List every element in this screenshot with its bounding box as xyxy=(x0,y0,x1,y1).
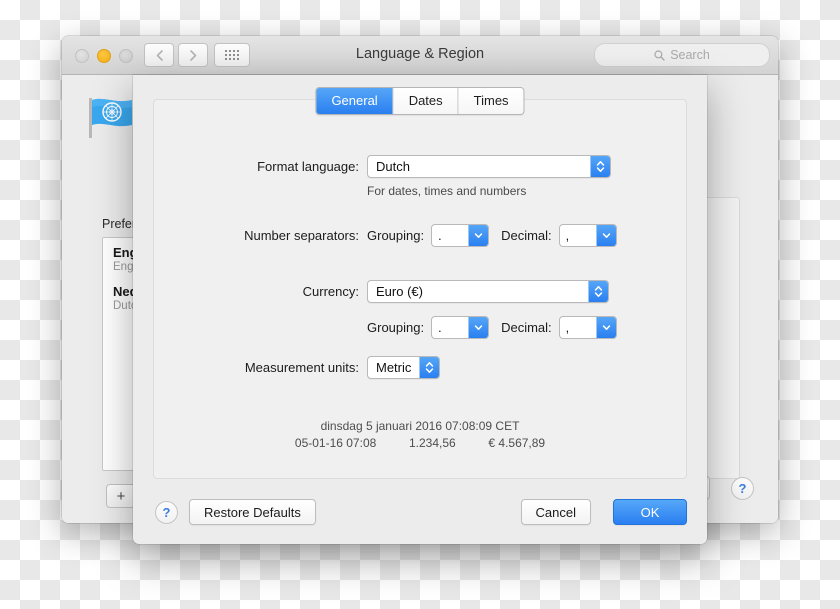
number-decimal-combo[interactable]: , xyxy=(559,224,617,247)
currency-row: Currency: Euro (€) xyxy=(154,280,686,303)
cancel-button[interactable]: Cancel xyxy=(521,499,591,525)
chevron-down-icon xyxy=(596,225,616,246)
grouping-label: Grouping: xyxy=(367,228,424,243)
chevron-updown-icon xyxy=(419,357,439,378)
currency-decimal-combo[interactable]: , xyxy=(559,316,617,339)
format-preview: dinsdag 5 januari 2016 07:08:09 CET 05-0… xyxy=(154,418,686,452)
preview-short-date: 05-01-16 07:08 xyxy=(295,435,376,452)
number-separators-label: Number separators: xyxy=(154,228,359,243)
currency-label: Currency: xyxy=(154,284,359,299)
measurement-units-label: Measurement units: xyxy=(154,360,359,375)
add-language-button[interactable]: + xyxy=(106,484,136,508)
currency-grouping-label: Grouping: xyxy=(367,320,424,335)
window-titlebar: Language & Region Search xyxy=(62,36,778,75)
search-placeholder: Search xyxy=(670,48,710,62)
chevron-updown-icon xyxy=(588,281,608,302)
restore-defaults-button[interactable]: Restore Defaults xyxy=(189,499,316,525)
preview-number: 1.234,56 xyxy=(409,435,456,452)
chevron-down-icon xyxy=(468,225,488,246)
search-input[interactable]: Search xyxy=(594,43,770,67)
currency-separators-row: Grouping: . Decimal: , xyxy=(154,316,686,339)
format-language-label: Format language: xyxy=(154,159,359,174)
window-help-button[interactable]: ? xyxy=(731,477,754,500)
chevron-down-icon xyxy=(596,317,616,338)
measurement-units-value: Metric xyxy=(368,360,419,375)
decimal-label: Decimal: xyxy=(501,228,552,243)
number-decimal-value: , xyxy=(560,229,596,243)
format-language-row: Format language: Dutch xyxy=(154,155,686,178)
search-icon xyxy=(654,50,665,61)
tab-dates[interactable]: Dates xyxy=(394,88,459,114)
number-grouping-value: . xyxy=(432,229,468,243)
currency-popup[interactable]: Euro (€) xyxy=(367,280,609,303)
currency-grouping-combo[interactable]: . xyxy=(431,316,489,339)
chevron-down-icon xyxy=(468,317,488,338)
chevron-updown-icon xyxy=(590,156,610,177)
format-language-value: Dutch xyxy=(368,159,590,174)
format-language-popup[interactable]: Dutch xyxy=(367,155,611,178)
format-language-hint: For dates, times and numbers xyxy=(367,184,526,198)
measurement-units-popup[interactable]: Metric xyxy=(367,356,440,379)
tab-general[interactable]: General xyxy=(316,88,393,114)
measurement-units-row: Measurement units: Metric xyxy=(154,356,686,379)
region-customization-sheet: General Dates Times Format language: Dut… xyxy=(133,75,707,544)
tab-bar: General Dates Times xyxy=(315,87,524,115)
currency-decimal-value: , xyxy=(560,321,596,335)
united-nations-flag-icon xyxy=(86,95,138,139)
sheet-footer: ? Restore Defaults Cancel OK xyxy=(133,482,707,544)
preview-line-long-date: dinsdag 5 januari 2016 07:08:09 CET xyxy=(154,418,686,435)
preview-currency: € 4.567,89 xyxy=(488,435,545,452)
general-tab-panel: Format language: Dutch For dates, times … xyxy=(153,99,687,479)
number-separators-row: Number separators: Grouping: . Decimal: … xyxy=(154,224,686,247)
number-grouping-combo[interactable]: . xyxy=(431,224,489,247)
currency-decimal-label: Decimal: xyxy=(501,320,552,335)
ok-button[interactable]: OK xyxy=(613,499,687,525)
sheet-help-button[interactable]: ? xyxy=(155,501,178,524)
currency-value: Euro (€) xyxy=(368,284,588,299)
tab-times[interactable]: Times xyxy=(459,88,524,114)
currency-grouping-value: . xyxy=(432,321,468,335)
